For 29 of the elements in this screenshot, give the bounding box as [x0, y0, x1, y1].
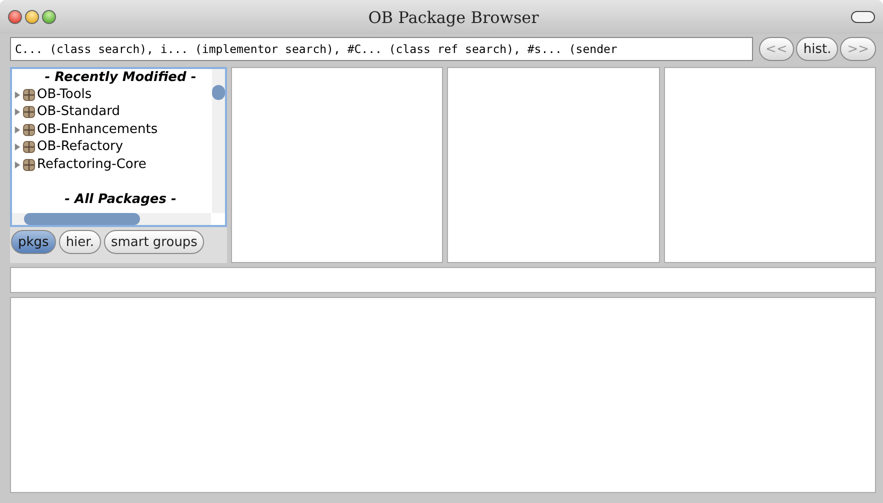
package-icon: [23, 106, 35, 118]
expand-triangle-icon[interactable]: [14, 90, 21, 99]
toolbar-toggle-button[interactable]: [851, 11, 875, 23]
package-icon: [23, 141, 35, 154]
mode-tab[interactable]: pkgs: [11, 230, 56, 254]
package-item[interactable]: OB-Enhancements: [37, 122, 158, 138]
mode-tab[interactable]: hier.: [58, 230, 101, 254]
expand-triangle-icon[interactable]: [14, 160, 21, 169]
package-icon: [23, 88, 35, 101]
package-icon: [23, 124, 35, 136]
expand-triangle-icon[interactable]: [14, 143, 21, 152]
search-field[interactable]: C... (class search), i... (implementor search), #C... (class ref search), #s... (sender: [10, 37, 753, 61]
vertical-scrollbar[interactable]: [212, 69, 225, 213]
package-icon: [23, 158, 35, 171]
expand-triangle-icon[interactable]: [14, 126, 21, 134]
section-heading: - Recently Modified -: [44, 70, 198, 86]
zoom-button[interactable]: [42, 10, 56, 24]
package-item[interactable]: Refactoring-Core: [37, 156, 146, 173]
window-title: OB Package Browser: [367, 8, 540, 26]
horizontal-scrollbar[interactable]: [12, 213, 211, 225]
section-heading: - All Packages -: [64, 192, 178, 208]
expand-triangle-icon[interactable]: [14, 108, 21, 116]
mode-tab[interactable]: smart groups: [104, 230, 204, 254]
history-button[interactable]: hist.: [796, 37, 838, 61]
package-item[interactable]: OB-Refactory: [37, 139, 124, 156]
package-item[interactable]: OB-Tools: [37, 86, 92, 103]
minimize-button[interactable]: [25, 10, 39, 24]
package-item[interactable]: OB-Standard: [37, 104, 120, 120]
close-button[interactable]: [8, 10, 22, 24]
